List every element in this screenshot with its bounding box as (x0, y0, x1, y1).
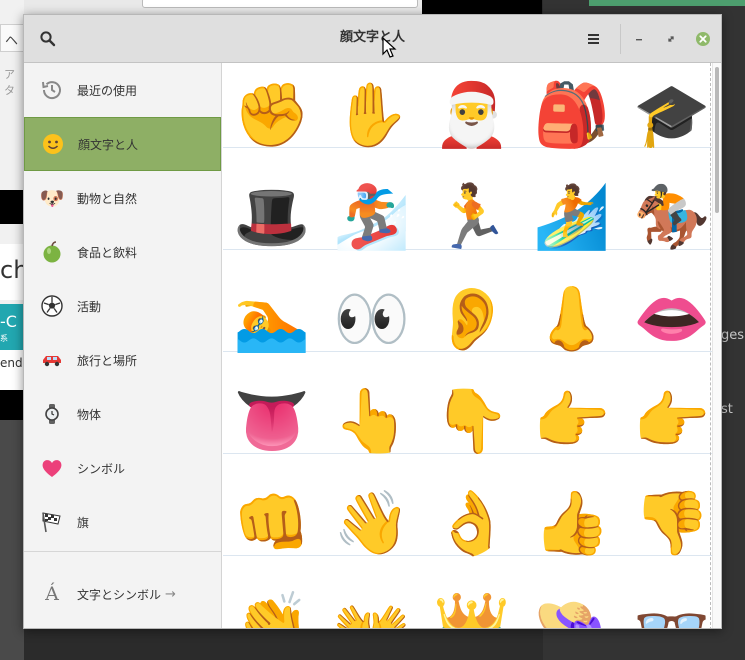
emoji-raised-fist[interactable]: ✊ (223, 69, 322, 161)
background-text: st (721, 402, 733, 417)
emoji-graduation-cap[interactable]: 🎓 (622, 69, 712, 161)
emoji-runner[interactable]: 🏃 (422, 171, 522, 263)
emoji-pointing-right[interactable]: 👉 (622, 375, 712, 467)
text-symbol-icon: Á (45, 582, 59, 605)
emoji-grid: ✊ ✋ 🎅 🎒 🎓 🎩 🏂 🏃 🏄 🏇 🏊 👀 👂 👃 👄 👅 👆 👇 👉 👉 👊 👋 👌 👍 👎 👏 👐 👑 👒 👓 (223, 63, 712, 629)
category-activities[interactable]: 活動 (24, 279, 221, 333)
titlebar: 顔文字と人 (24, 15, 721, 63)
clock-icon (40, 78, 64, 102)
emoji-eyeglasses[interactable]: 👓 (622, 579, 712, 629)
soccer-ball-icon (40, 294, 64, 318)
emoji-grid-scrollbar[interactable] (712, 63, 721, 628)
category-label: シンボル (77, 461, 126, 476)
category-label: 最近の使用 (77, 83, 138, 98)
emoji-santa-claus[interactable]: 🎅 (422, 69, 522, 161)
category-flags[interactable]: 旗 (24, 495, 221, 549)
menu-icon[interactable] (585, 30, 603, 48)
emoji-thumbs-down[interactable]: 👎 (622, 477, 712, 569)
category-label: 旗 (77, 515, 90, 530)
watch-icon (40, 402, 64, 426)
search-icon[interactable] (39, 30, 57, 48)
emoji-fisted-hand[interactable]: 👊 (223, 477, 322, 569)
emoji-waving-hand[interactable]: 👋 (322, 477, 422, 569)
emoji-swimmer[interactable]: 🏊 (223, 273, 322, 365)
emoji-clapping-hands[interactable]: 👏 (223, 579, 322, 629)
emoji-chooser-window: 顔文字と人 最近の使用 顔文字と人 🐶 動物と自然 食品と飲料 活動 旅行と場所… (23, 14, 722, 629)
car-icon (40, 348, 64, 372)
category-objects[interactable]: 物体 (24, 387, 221, 441)
mouse-cursor-icon (382, 37, 397, 58)
dog-icon: 🐶 (39, 186, 65, 210)
emoji-ear[interactable]: 👂 (422, 273, 522, 365)
apple-icon (40, 240, 64, 264)
background-banner: -C 系 (0, 304, 24, 350)
category-label: 顔文字と人 (78, 137, 139, 152)
background-text: ende (0, 350, 24, 390)
scrollbar-thumb[interactable] (715, 67, 719, 213)
emoji-horse-racing[interactable]: 🏇 (622, 171, 712, 263)
emoji-womans-hat[interactable]: 👒 (522, 579, 622, 629)
category-label: 旅行と場所 (77, 353, 138, 368)
emoji-open-hands[interactable]: 👐 (322, 579, 422, 629)
emoji-eyes[interactable]: 👀 (322, 273, 422, 365)
checkered-flag-icon (40, 510, 64, 534)
emoji-nose[interactable]: 👃 (522, 273, 622, 365)
category-animals-nature[interactable]: 🐶 動物と自然 (24, 171, 221, 225)
emoji-pointing-down[interactable]: 👇 (422, 375, 522, 467)
emoji-surfer[interactable]: 🏄 (522, 171, 622, 263)
category-travel-places[interactable]: 旅行と場所 (24, 333, 221, 387)
background-text: ア タ (4, 68, 15, 97)
category-label: 物体 (77, 407, 102, 422)
close-icon[interactable] (694, 30, 712, 48)
emoji-thumbs-up[interactable]: 👍 (522, 477, 622, 569)
background-text: ch (0, 244, 24, 300)
background-window-left: ヘル ア タ ch -C系 ende (0, 0, 24, 660)
emoji-ok-hand[interactable]: 👌 (422, 477, 522, 569)
category-food-drink[interactable]: 食品と飲料 (24, 225, 221, 279)
category-label: 活動 (77, 299, 102, 314)
background-tab: ヘル (0, 24, 24, 52)
emoji-school-backpack[interactable]: 🎒 (522, 69, 622, 161)
emoji-raised-hand[interactable]: ✋ (322, 69, 422, 161)
category-label: 文字とシンボル (77, 587, 162, 602)
emoji-tongue[interactable]: 👅 (223, 375, 322, 467)
maximize-icon[interactable] (662, 30, 680, 48)
category-smileys-people[interactable]: 顔文字と人 (24, 117, 221, 171)
emoji-top-hat[interactable]: 🎩 (223, 171, 322, 263)
window-title: 顔文字と人 (339, 30, 405, 45)
arrow-right-icon: → (165, 586, 176, 602)
smiley-icon (41, 132, 65, 156)
category-recent[interactable]: 最近の使用 (24, 63, 221, 117)
category-symbols[interactable]: シンボル (24, 441, 221, 495)
emoji-mouth[interactable]: 👄 (622, 273, 712, 365)
emoji-pointing-right[interactable]: 👉 (522, 375, 622, 467)
emoji-snowboarder[interactable]: 🏂 (322, 171, 422, 263)
background-window-top (24, 0, 422, 14)
emoji-pointing-up[interactable]: 👆 (322, 375, 422, 467)
emoji-crown[interactable]: 👑 (422, 579, 522, 629)
minimize-icon[interactable] (630, 30, 648, 48)
category-sidebar: 最近の使用 顔文字と人 🐶 動物と自然 食品と飲料 活動 旅行と場所 物体 シン… (24, 63, 222, 628)
category-label: 食品と飲料 (77, 245, 138, 260)
heart-icon (40, 456, 64, 480)
category-text-symbols[interactable]: Á 文字とシンボル → (24, 567, 221, 621)
background-text: ges (721, 328, 745, 343)
category-label: 動物と自然 (77, 191, 138, 206)
